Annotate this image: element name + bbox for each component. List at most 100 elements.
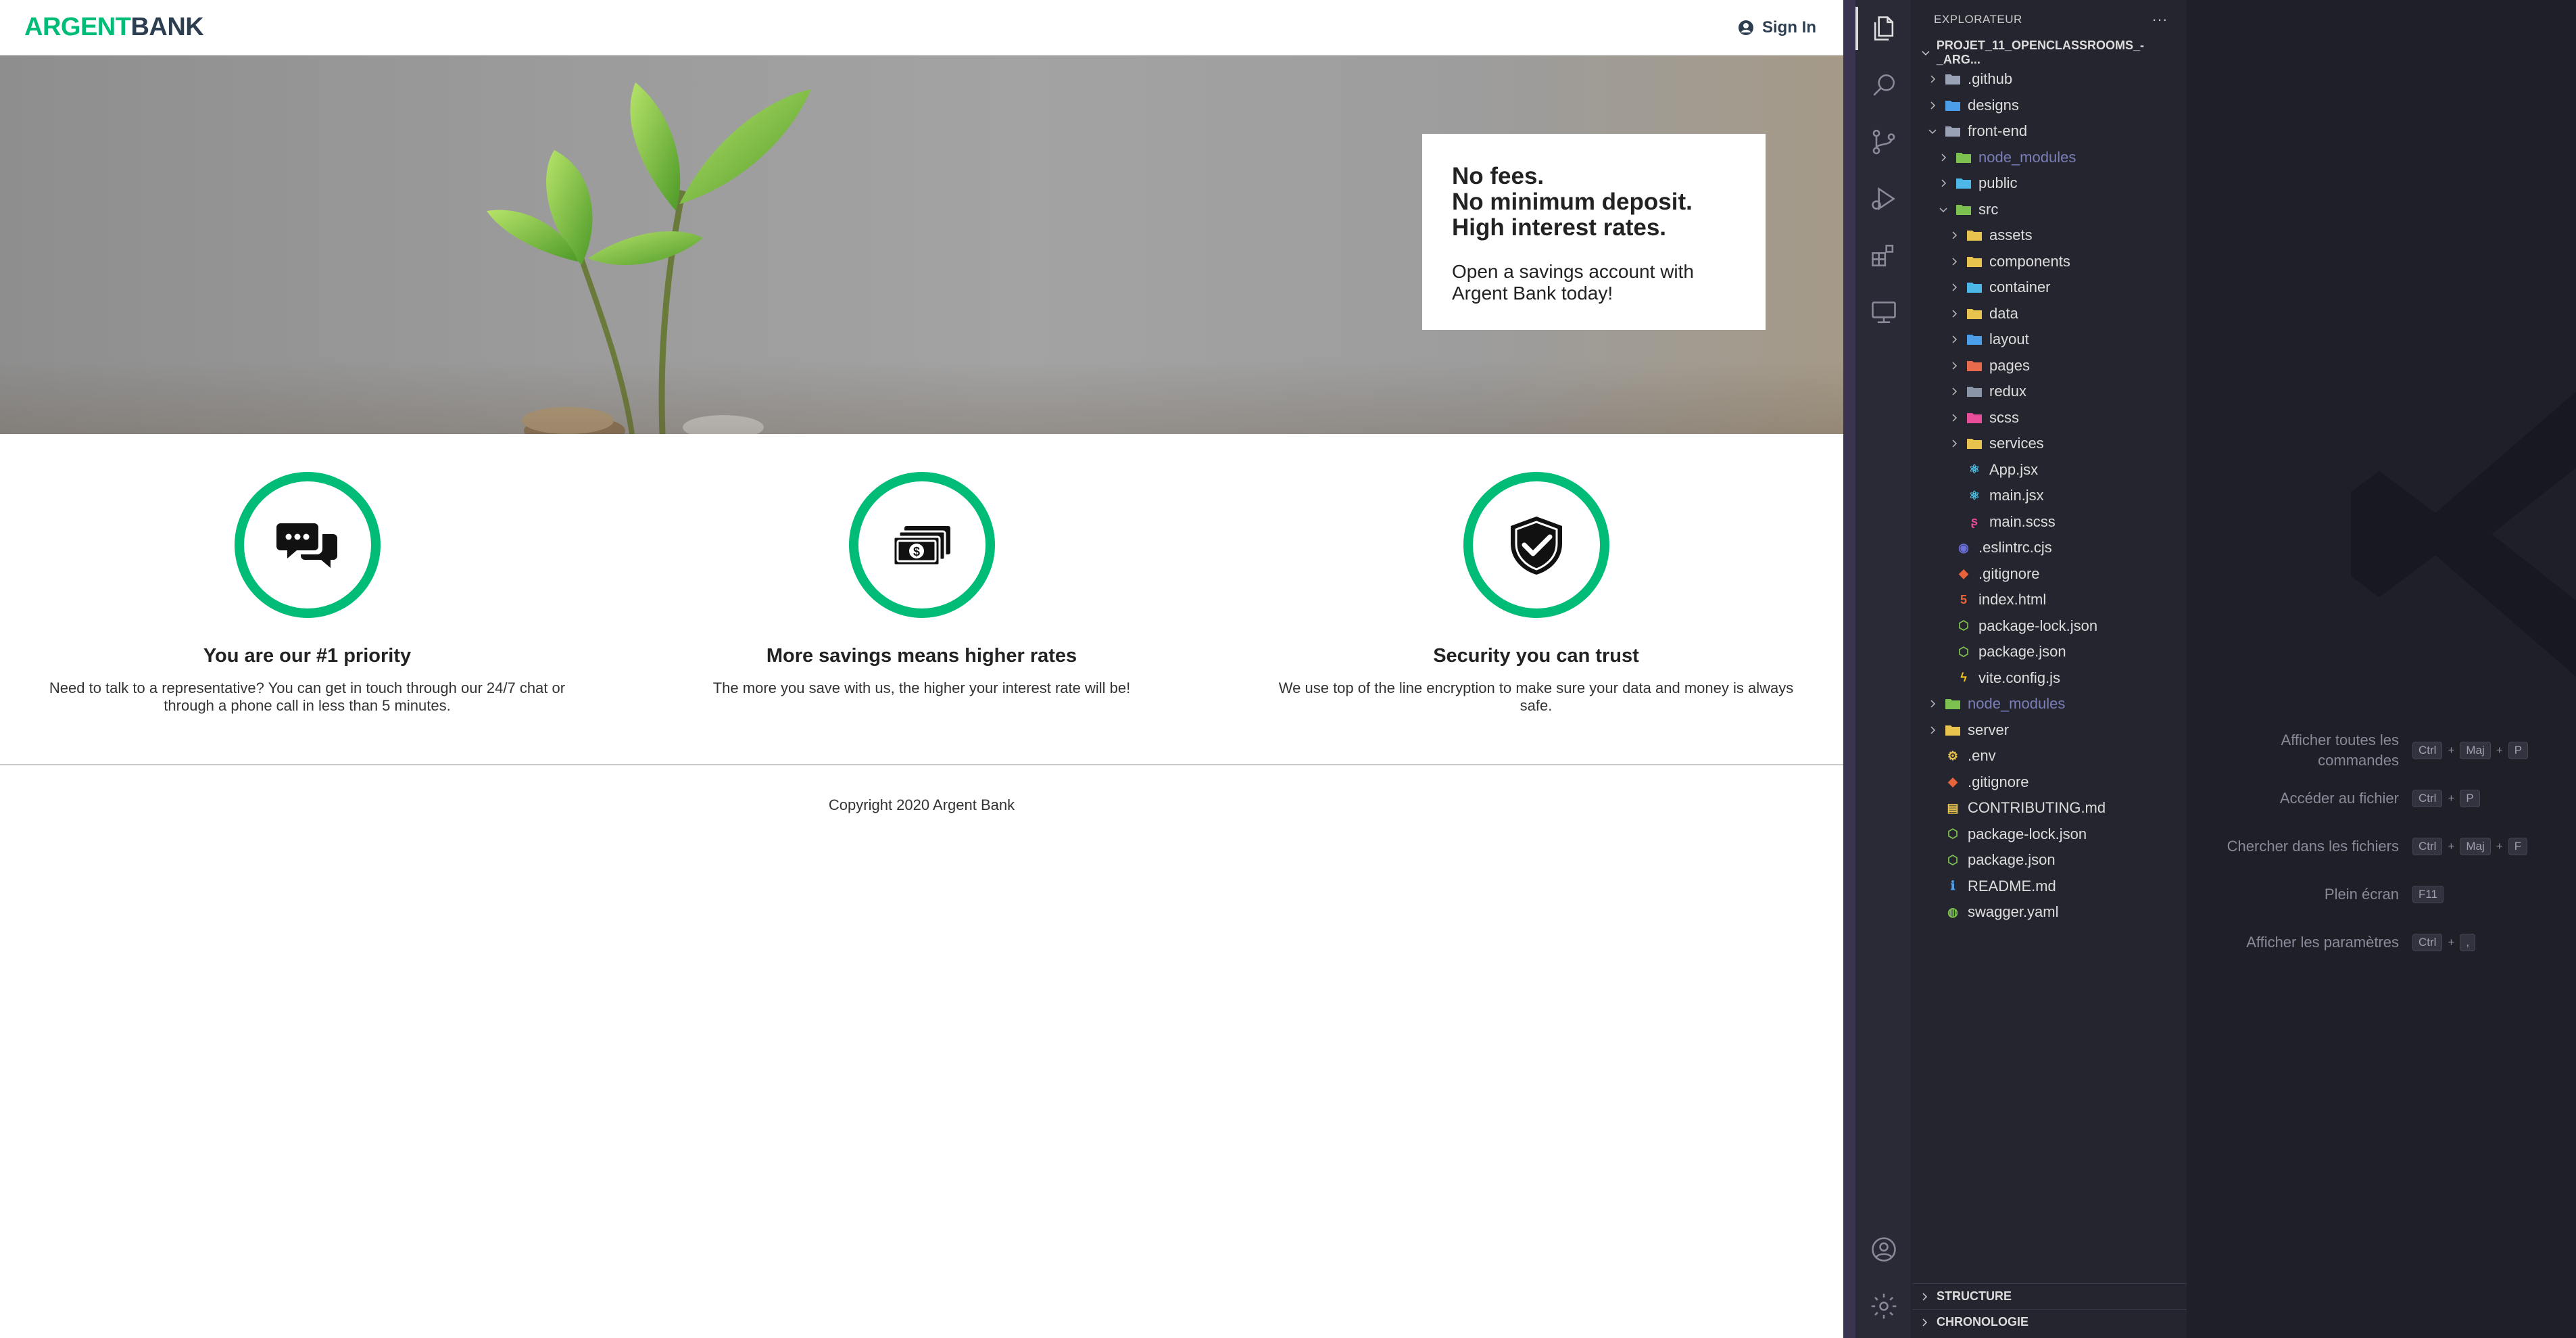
file-tree-item[interactable]: ⬡ package-lock.json xyxy=(1912,613,2187,640)
window-split-border[interactable] xyxy=(1843,0,1855,1338)
file-tree-item[interactable]: ⬡ package-lock.json xyxy=(1912,821,2187,848)
file-tree-item[interactable]: data xyxy=(1912,301,2187,327)
timeline-section[interactable]: CHRONOLOGIE xyxy=(1912,1309,2187,1335)
file-tree-item[interactable]: front-end xyxy=(1912,118,2187,145)
tree-twistie[interactable] xyxy=(1937,645,1950,659)
tree-twistie[interactable] xyxy=(1937,619,1950,633)
tree-twistie[interactable] xyxy=(1926,880,1939,893)
extensions-icon xyxy=(1872,245,1894,266)
file-tree-item[interactable]: server xyxy=(1912,717,2187,744)
tree-twistie[interactable] xyxy=(1926,99,1939,112)
key-separator: + xyxy=(2496,744,2503,757)
file-tree-item[interactable]: 5 index.html xyxy=(1912,587,2187,613)
tree-twistie[interactable] xyxy=(1947,359,1961,373)
tree-twistie[interactable] xyxy=(1937,151,1950,164)
logo[interactable]: ARGENT BANK xyxy=(24,13,204,42)
tree-twistie[interactable] xyxy=(1926,905,1939,919)
hero-banner: No fees. No minimum deposit. High intere… xyxy=(0,55,1843,434)
tree-twistie[interactable] xyxy=(1947,307,1961,320)
tree-twistie[interactable] xyxy=(1926,801,1939,815)
tree-twistie[interactable] xyxy=(1947,281,1961,294)
more-actions-button[interactable]: ··· xyxy=(2152,11,2168,28)
file-tree-item[interactable]: .github xyxy=(1912,66,2187,93)
file-tree-item[interactable]: ◆ .gitignore xyxy=(1912,561,2187,588)
tree-twistie[interactable] xyxy=(1947,229,1961,242)
chevron-down-icon xyxy=(1939,208,1947,212)
remote-explorer-activity[interactable] xyxy=(1855,284,1912,341)
file-tree-item[interactable]: pages xyxy=(1912,353,2187,379)
tree-twistie[interactable] xyxy=(1926,124,1939,138)
file-tree-item[interactable]: src xyxy=(1912,197,2187,223)
file-tree-label: services xyxy=(1989,435,2044,452)
file-tree-item[interactable]: ⚙ .env xyxy=(1912,743,2187,769)
file-tree-item[interactable]: ⬡ package.json xyxy=(1912,847,2187,874)
chevron-right-icon xyxy=(1930,101,1936,110)
file-tree-item[interactable]: ⬡ package.json xyxy=(1912,639,2187,665)
file-tree-item[interactable]: scss xyxy=(1912,405,2187,431)
tree-twistie[interactable] xyxy=(1926,775,1939,789)
tree-twistie[interactable] xyxy=(1937,203,1950,216)
explorer-activity[interactable] xyxy=(1855,0,1912,57)
file-tree-item[interactable]: designs xyxy=(1912,93,2187,119)
tree-twistie[interactable] xyxy=(1926,828,1939,841)
explorer-header: EXPLORATEUR ··· xyxy=(1912,0,2187,39)
keyboard-key: Ctrl xyxy=(2412,742,2443,759)
sign-in-link[interactable]: Sign In xyxy=(1738,18,1816,37)
tree-twistie[interactable] xyxy=(1947,463,1961,477)
tree-twistie[interactable] xyxy=(1937,593,1950,606)
chat-icon xyxy=(276,523,337,568)
file-tree-item[interactable]: ◆ .gitignore xyxy=(1912,769,2187,796)
file-tree-item[interactable]: layout xyxy=(1912,327,2187,353)
info-icon: ℹ xyxy=(1950,879,1955,893)
file-tree-item[interactable]: ⚛ App.jsx xyxy=(1912,457,2187,483)
tree-twistie[interactable] xyxy=(1947,333,1961,346)
source-control-activity[interactable] xyxy=(1855,114,1912,170)
project-root[interactable]: PROJET_11_OPENCLASSROOMS_-_ARG... xyxy=(1912,39,2187,66)
file-tree-item[interactable]: ⚛ main.jsx xyxy=(1912,483,2187,509)
file-tree-item[interactable]: services xyxy=(1912,431,2187,457)
file-tree-item[interactable]: components xyxy=(1912,249,2187,275)
file-tree-item[interactable]: assets xyxy=(1912,222,2187,249)
keyboard-key: Ctrl xyxy=(2412,790,2443,807)
sign-in-label: Sign In xyxy=(1762,18,1816,37)
file-tree-item[interactable]: ℹ README.md xyxy=(1912,874,2187,900)
tree-twistie[interactable] xyxy=(1947,515,1961,529)
tree-twistie[interactable] xyxy=(1926,72,1939,86)
file-tree-item[interactable]: ʂ main.scss xyxy=(1912,509,2187,535)
run-debug-activity[interactable] xyxy=(1855,170,1912,227)
file-tree-label: assets xyxy=(1989,226,2033,244)
tree-twistie[interactable] xyxy=(1937,176,1950,190)
tree-twistie[interactable] xyxy=(1937,541,1950,554)
file-tree-item[interactable]: ϟ vite.config.js xyxy=(1912,665,2187,692)
file-tree-item[interactable]: redux xyxy=(1912,379,2187,405)
file-tree-item[interactable]: ◍ swagger.yaml xyxy=(1912,899,2187,926)
tree-twistie[interactable] xyxy=(1947,255,1961,268)
search-activity[interactable] xyxy=(1855,57,1912,114)
tree-twistie[interactable] xyxy=(1947,385,1961,398)
file-tree-item[interactable]: ◉ .eslintrc.cjs xyxy=(1912,535,2187,561)
chevron-right-icon xyxy=(1930,75,1936,83)
manage-activity[interactable] xyxy=(1855,1278,1912,1335)
feature-text: We use top of the line encryption to mak… xyxy=(1278,679,1794,714)
file-tree-item[interactable]: node_modules xyxy=(1912,145,2187,171)
file-tree-item[interactable]: container xyxy=(1912,274,2187,301)
file-tree-label: package.json xyxy=(1978,643,2066,661)
file-tree-item[interactable]: ▤ CONTRIBUTING.md xyxy=(1912,795,2187,821)
tree-twistie[interactable] xyxy=(1947,437,1961,450)
tree-twistie[interactable] xyxy=(1947,489,1961,502)
tree-twistie[interactable] xyxy=(1937,567,1950,581)
feature-item: $ More savings means higher rates The mo… xyxy=(614,434,1229,765)
tree-twistie[interactable] xyxy=(1947,411,1961,425)
keyboard-key: Ctrl xyxy=(2412,934,2443,951)
tree-twistie[interactable] xyxy=(1926,697,1939,711)
tree-twistie[interactable] xyxy=(1937,671,1950,685)
file-tree-item[interactable]: node_modules xyxy=(1912,691,2187,717)
tree-twistie[interactable] xyxy=(1926,749,1939,763)
file-tree-item[interactable]: public xyxy=(1912,170,2187,197)
file-tree-label: package-lock.json xyxy=(1968,825,2087,842)
tree-twistie[interactable] xyxy=(1926,853,1939,867)
structure-section[interactable]: STRUCTURE xyxy=(1912,1283,2187,1309)
extensions-activity[interactable] xyxy=(1855,227,1912,284)
accounts-activity[interactable] xyxy=(1855,1221,1912,1278)
tree-twistie[interactable] xyxy=(1926,723,1939,737)
